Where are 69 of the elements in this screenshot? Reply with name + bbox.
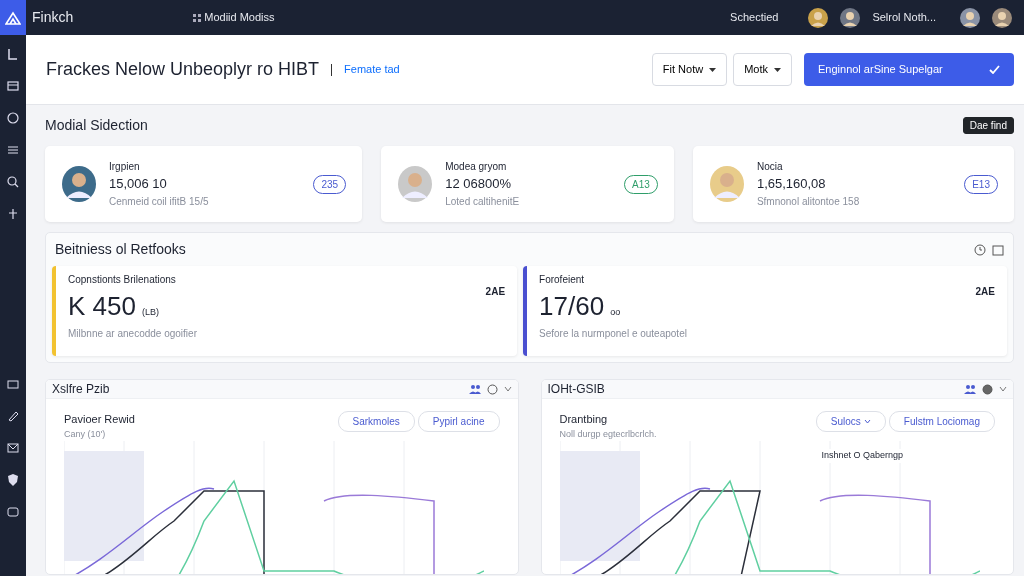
search-icon[interactable] xyxy=(6,175,20,189)
metric-tag: 2AE xyxy=(485,284,506,350)
filter-button[interactable]: Fulstm Lociomag xyxy=(888,411,995,432)
panel-title: Xslfre Pzib xyxy=(52,381,110,398)
metric-value: 17/60 xyxy=(539,290,605,323)
filter-button[interactable]: Sulocs xyxy=(815,411,886,432)
chart-annotation: Inshnet O Qaberngp xyxy=(821,449,904,463)
card-value: 1,65,160,08 xyxy=(756,175,827,194)
primary-button[interactable]: Enginnol arSine Supelgar xyxy=(804,53,1014,86)
card-name: Nocia xyxy=(756,160,784,175)
avatar-icon[interactable] xyxy=(992,7,1012,28)
chevron-down-icon[interactable] xyxy=(503,386,512,392)
chevron-down-icon xyxy=(863,419,871,424)
avatar-icon[interactable] xyxy=(960,7,980,28)
status-label: Schectied xyxy=(730,10,779,26)
metric-value: K 450 xyxy=(68,290,136,323)
layout-icon[interactable] xyxy=(6,79,20,93)
logo-icon xyxy=(5,10,21,25)
header-link[interactable]: Femate tad xyxy=(344,61,400,78)
people-icon[interactable] xyxy=(964,384,976,394)
user-name[interactable]: Selrol Noth... xyxy=(872,9,936,26)
chart-subtitle: Cany (10') xyxy=(64,427,107,441)
metric-unit: oo xyxy=(610,306,621,319)
section-title: Modial Sidection xyxy=(45,116,148,135)
dark-button[interactable]: Dae find xyxy=(962,117,1014,134)
chart-heading: Drantbing xyxy=(559,412,609,427)
metric-caption: Milbnne ar anecodde ogoifier xyxy=(68,327,197,341)
metric-label: Copnstionts Brilenations xyxy=(68,273,177,287)
shield-icon[interactable] xyxy=(6,473,20,487)
card-caption: Cenmeid coil ifitB 15/5 xyxy=(109,194,209,209)
metric-unit: (LB) xyxy=(141,306,159,319)
card-name: Modea gryom xyxy=(445,160,508,175)
mail-icon[interactable] xyxy=(6,441,20,455)
dropdown-button[interactable]: Motk xyxy=(733,53,792,86)
nav-label[interactable]: Modiid Modiss xyxy=(204,9,275,26)
chevron-down-icon[interactable] xyxy=(999,386,1007,392)
dropdown-button[interactable]: Fit Notw xyxy=(651,53,728,86)
avatar-icon xyxy=(61,165,97,203)
app-name: Finkch xyxy=(32,8,74,27)
metric-tag: 2AE xyxy=(975,284,995,350)
metric-caption: Sefore la nurmponel e outeapotel xyxy=(539,327,687,341)
tv-icon[interactable] xyxy=(6,505,20,519)
avatar-icon[interactable] xyxy=(840,7,861,28)
avatar-icon xyxy=(708,165,745,203)
caret-icon xyxy=(774,67,781,72)
caret-icon xyxy=(709,67,717,72)
grid-icon xyxy=(193,13,202,22)
card-caption: Loted caltihenitE xyxy=(445,194,520,209)
card-value: 12 06800% xyxy=(445,175,512,194)
card-caption: Sfmnonol alitontoe 158 xyxy=(756,194,860,209)
metric-label: Forofeient xyxy=(539,273,586,287)
check-icon xyxy=(989,65,1000,74)
chart-subtitle: Noll durgp egtecrlbcrlch. xyxy=(559,427,657,441)
card-name: Irgpien xyxy=(109,160,141,175)
avatar-icon[interactable] xyxy=(808,7,829,28)
avatar-icon xyxy=(397,165,434,203)
filter-button[interactable]: Sarkmoles xyxy=(337,411,415,432)
page-title: Frackes Nelow Unbeoplyr ro HIBT xyxy=(46,58,320,81)
menu-icon[interactable] xyxy=(6,143,20,157)
chart-heading: Pavioer Rewid xyxy=(64,412,135,427)
section-title: Beitniess ol Retfooks xyxy=(55,240,186,259)
clock-icon[interactable] xyxy=(974,243,986,256)
edit-icon[interactable] xyxy=(6,409,20,423)
circle-icon[interactable] xyxy=(982,383,993,395)
card-value: 15,006 10 xyxy=(109,175,168,194)
filter-button[interactable]: Pypirl acine xyxy=(417,411,500,432)
people-icon[interactable] xyxy=(468,384,481,394)
calendar-icon[interactable] xyxy=(992,243,1004,256)
panel-title: IOHt-GSIB xyxy=(547,381,605,398)
